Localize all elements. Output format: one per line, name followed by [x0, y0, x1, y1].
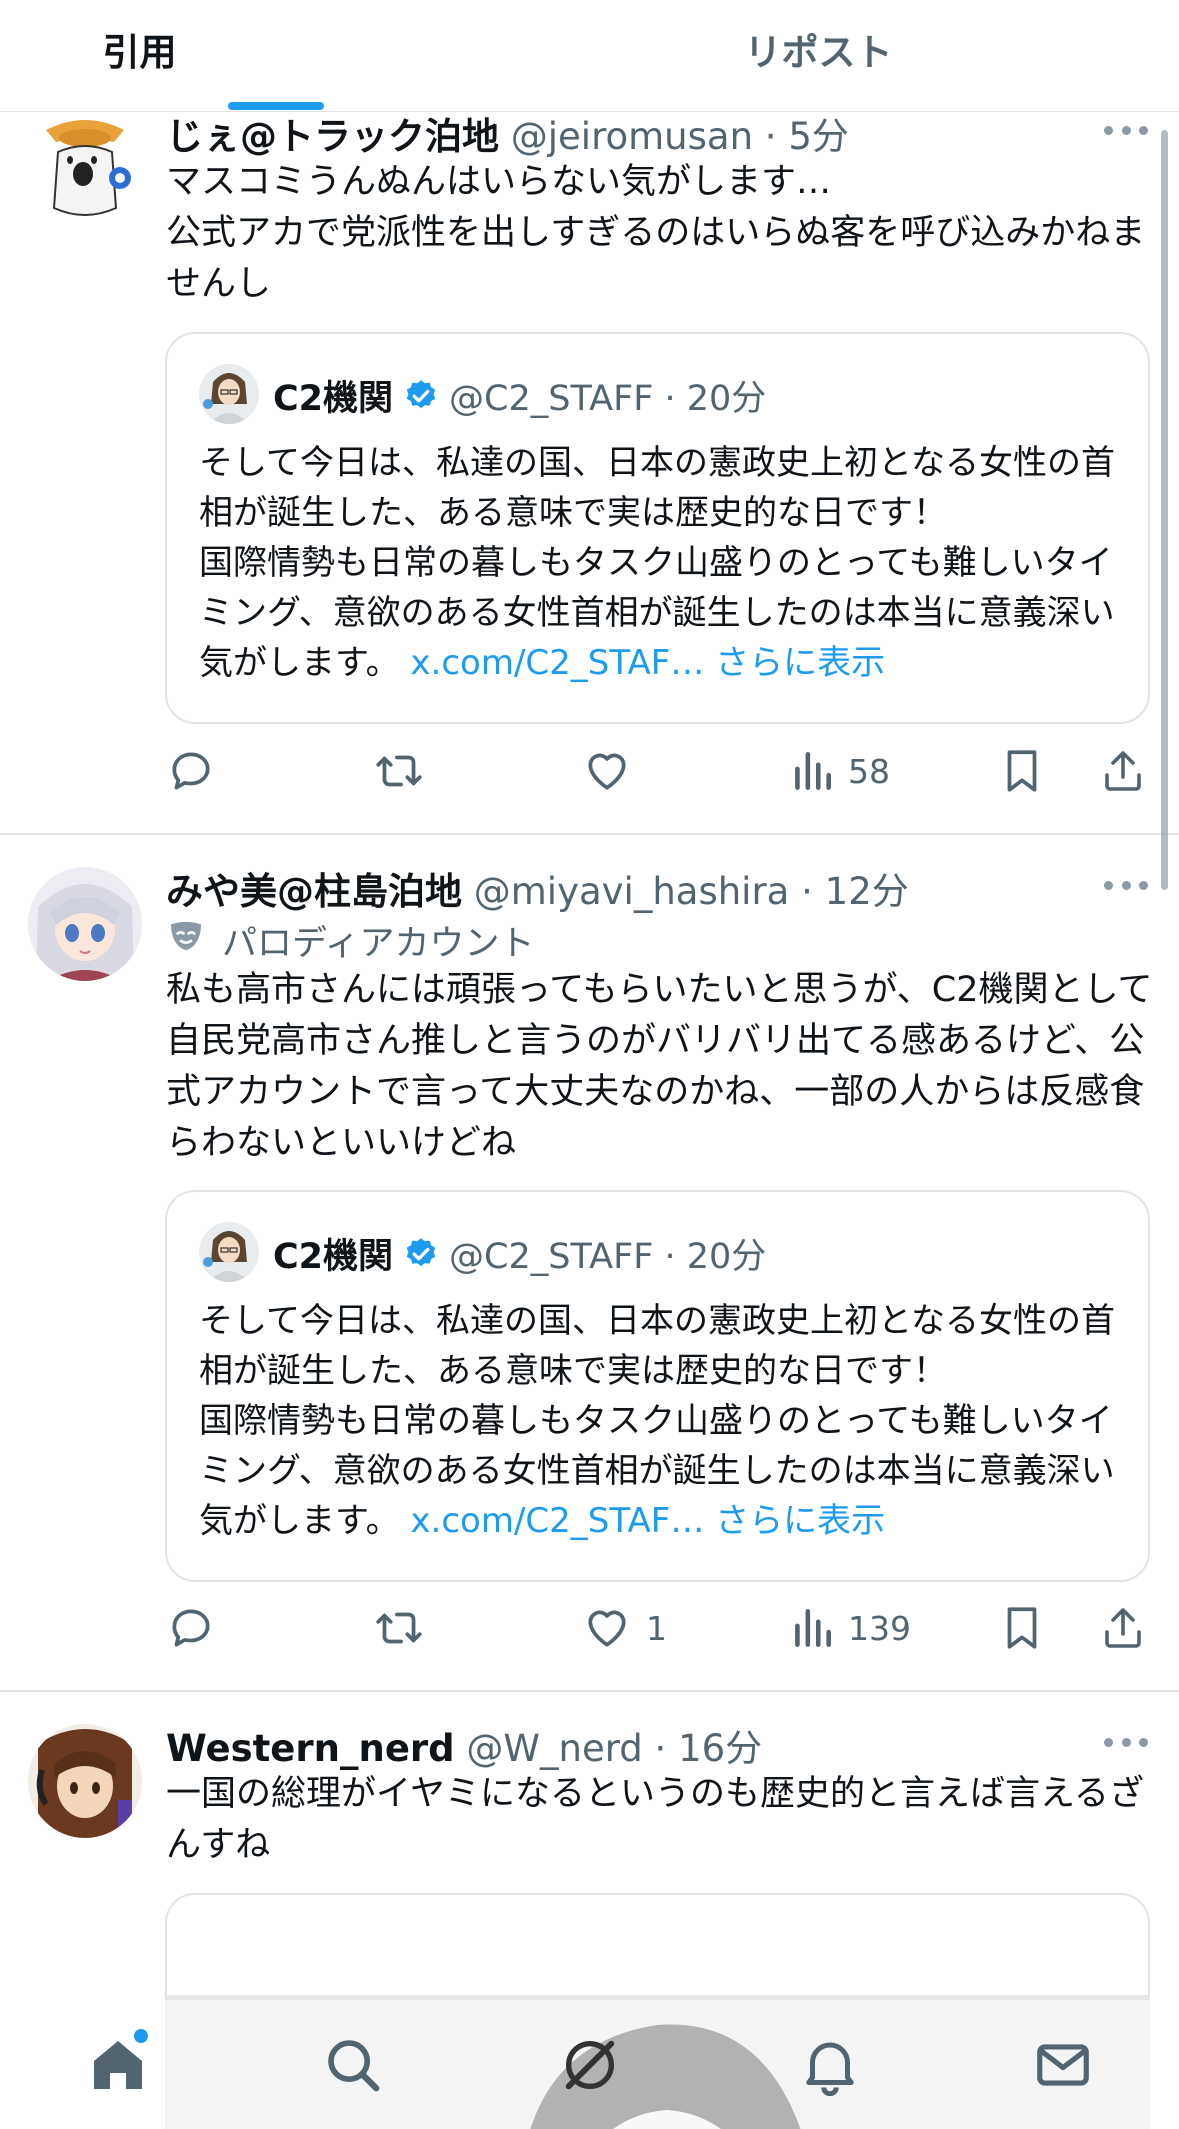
- more-icon[interactable]: [1104, 875, 1148, 895]
- share-button[interactable]: [1099, 741, 1147, 801]
- like-icon: [582, 746, 632, 796]
- quoted-author-handle: @C2_STAFF · 20分: [449, 1237, 767, 1277]
- like-icon: [582, 1603, 632, 1653]
- home-unread-dot: [132, 2027, 150, 2045]
- show-more-link[interactable]: さらに表示: [715, 643, 885, 683]
- views-button[interactable]: 58: [790, 741, 890, 801]
- author-name[interactable]: みや美@柱島泊地: [166, 870, 462, 913]
- quoted-author-name: C2機関: [273, 379, 394, 419]
- post-divider: [0, 833, 1179, 835]
- avatar[interactable]: [28, 867, 142, 981]
- repost-icon: [372, 746, 426, 796]
- views-button[interactable]: 139: [790, 1598, 911, 1658]
- separator-dot: ·: [764, 115, 777, 158]
- more-icon[interactable]: [1104, 120, 1148, 140]
- more-icon[interactable]: [1104, 1732, 1148, 1752]
- quoted-text: そして今日は、私達の国、日本の憲政史上初となる女性の首相が誕生した、ある意味で実…: [199, 1296, 1134, 1546]
- repost-button[interactable]: [372, 1598, 426, 1658]
- post-text: 一国の総理がイヤミになるというのも歴史的と言えば言えるざんすね: [166, 1774, 1144, 1865]
- author-handle[interactable]: @miyavi_hashira: [474, 870, 790, 913]
- parody-account-label: パロディアカウント: [166, 915, 535, 966]
- views-count: 139: [848, 1608, 911, 1648]
- grok-icon[interactable]: [555, 2030, 625, 2100]
- like-button[interactable]: [582, 741, 646, 801]
- author-handle[interactable]: @jeiromusan: [511, 115, 753, 158]
- search-icon[interactable]: [318, 2030, 388, 2100]
- author-handle[interactable]: @W_nerd: [466, 1727, 642, 1770]
- avatar[interactable]: [28, 112, 142, 226]
- timestamp[interactable]: 16分: [678, 1727, 762, 1770]
- bookmark-icon: [999, 746, 1045, 796]
- tab-quotes-label: 引用: [102, 31, 177, 74]
- post-header: じぇ@トラック泊地 @jeiromusan · 5分: [166, 106, 849, 160]
- tab-quotes[interactable]: 引用: [0, 0, 589, 112]
- author-name[interactable]: Western_nerd: [166, 1727, 455, 1770]
- bookmark-button[interactable]: [999, 741, 1045, 801]
- quoted-avatar: [199, 364, 259, 424]
- bookmark-button[interactable]: [999, 1598, 1045, 1658]
- bottom-navigation: [0, 2000, 1179, 2129]
- parody-label-text: パロディアカウント: [222, 924, 535, 964]
- timestamp[interactable]: 12分: [825, 870, 909, 913]
- like-count: 1: [646, 1608, 667, 1648]
- active-tab-indicator: [228, 102, 324, 110]
- quoted-header: C2機関 @C2_STAFF · 20分: [273, 370, 766, 421]
- share-button[interactable]: [1099, 1598, 1147, 1658]
- timeline-tabs: 引用 リポスト: [0, 0, 1179, 112]
- repost-button[interactable]: [372, 741, 426, 801]
- post-text: 私も高市さんには頑張ってもらいたいと思うが、C2機関として自民党高市さん推しと言…: [166, 970, 1153, 1163]
- notifications-icon[interactable]: [795, 2030, 865, 2100]
- quoted-post[interactable]: C2機関 @C2_STAFF · 20分 そして今日は、私達の国、日本の憲政史上…: [165, 332, 1150, 724]
- post-actions: 58: [0, 741, 1179, 801]
- post-text: マスコミうんぬんはいらない気がします… 公式アカで党派性を出しすぎるのはいらぬ客…: [166, 162, 1146, 304]
- timestamp[interactable]: 5分: [788, 115, 849, 158]
- avatar[interactable]: [28, 1724, 142, 1838]
- quoted-author-handle: @C2_STAFF · 20分: [449, 379, 767, 419]
- quoted-avatar: [199, 1222, 259, 1282]
- reply-icon: [166, 1603, 216, 1653]
- post-header: Western_nerd @W_nerd · 16分: [166, 1718, 762, 1772]
- post-actions: 1 139: [0, 1598, 1179, 1658]
- share-icon: [1099, 746, 1147, 796]
- reply-button[interactable]: [166, 741, 216, 801]
- tab-reposts[interactable]: リポスト: [589, 0, 1178, 112]
- quoted-header: C2機関 @C2_STAFF · 20分: [273, 1228, 766, 1279]
- post-divider: [0, 1690, 1179, 1692]
- quoted-text: そして今日は、私達の国、日本の憲政史上初となる女性の首相が誕生した、ある意味で実…: [199, 438, 1134, 688]
- tab-reposts-label: リポスト: [744, 31, 893, 74]
- share-icon: [1099, 1603, 1147, 1653]
- separator-dot: ·: [654, 1727, 667, 1770]
- quoted-post[interactable]: C2機関 @C2_STAFF · 20分 そして今日は、私達の国、日本の憲政史上…: [165, 1190, 1150, 1582]
- like-button[interactable]: 1: [582, 1598, 667, 1658]
- author-name[interactable]: じぇ@トラック泊地: [166, 115, 499, 158]
- reply-icon: [166, 746, 216, 796]
- repost-icon: [372, 1603, 426, 1653]
- views-icon: [790, 1603, 834, 1653]
- quoted-link[interactable]: x.com/C2_STAF…: [410, 1501, 704, 1541]
- messages-icon[interactable]: [1028, 2030, 1098, 2100]
- scrollbar[interactable]: [1161, 130, 1168, 890]
- quoted-link[interactable]: x.com/C2_STAF…: [410, 643, 704, 683]
- reply-button[interactable]: [166, 1598, 216, 1658]
- views-icon: [790, 746, 834, 796]
- parody-mask-icon: [166, 916, 206, 965]
- bookmark-icon: [999, 1603, 1045, 1653]
- quoted-author-name: C2機関: [273, 1237, 394, 1277]
- post-header: みや美@柱島泊地 @miyavi_hashira · 12分: [166, 861, 909, 915]
- separator-dot: ·: [801, 870, 813, 913]
- verified-badge-icon: [403, 1236, 439, 1272]
- verified-badge-icon: [403, 378, 439, 414]
- views-count: 58: [848, 751, 890, 791]
- show-more-link[interactable]: さらに表示: [715, 1501, 885, 1541]
